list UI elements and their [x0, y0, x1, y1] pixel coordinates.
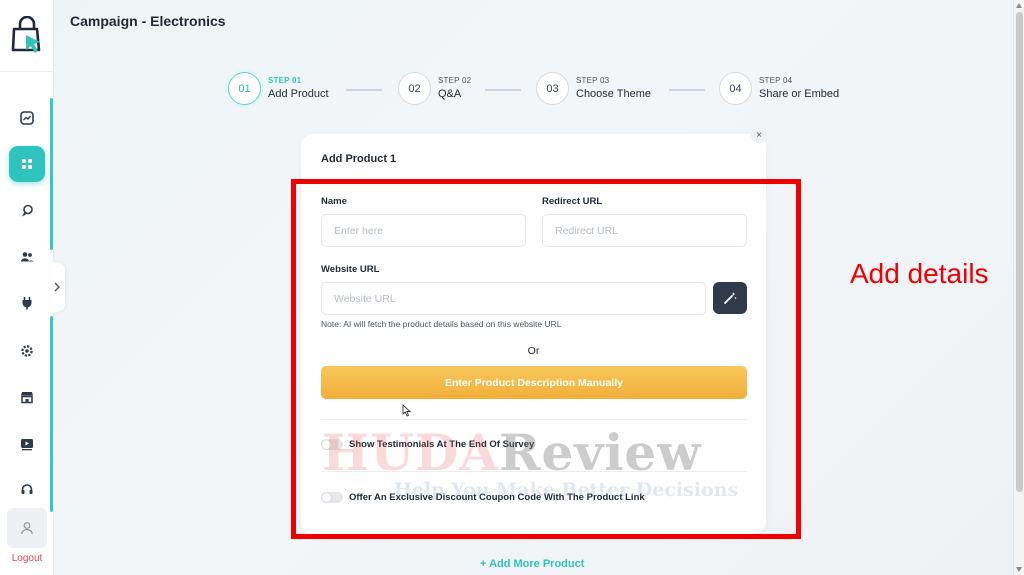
name-input[interactable] [321, 214, 526, 247]
sidebar-item-design[interactable] [9, 193, 45, 229]
website-url-input[interactable] [321, 282, 706, 315]
ai-fetch-note: Note: AI will fetch the product details … [321, 319, 562, 329]
or-separator: Or [527, 345, 540, 357]
page-scrollbar[interactable] [1013, 0, 1024, 575]
sidebar-divider [0, 71, 54, 72]
user-icon [21, 522, 33, 535]
step-number: 01 [228, 72, 261, 105]
step-connector [485, 89, 521, 91]
annotation-text: Add details [850, 258, 989, 289]
analytics-icon [20, 111, 34, 125]
ai-fetch-button[interactable] [713, 282, 747, 314]
scroll-up-icon[interactable] [1016, 3, 1022, 8]
step-label: STEP 04 [759, 76, 793, 86]
paint-icon [22, 204, 33, 217]
step-label: STEP 02 [438, 76, 472, 86]
step-add-product[interactable]: 01 STEP 01 Add Product [228, 72, 329, 105]
card-title: Add Product 1 [321, 153, 397, 165]
sidebar-item-integrations[interactable] [9, 285, 45, 321]
store-icon [21, 392, 33, 404]
sidebar-item-support[interactable] [9, 472, 45, 508]
redirect-url-input[interactable] [542, 214, 747, 247]
step-number: 04 [719, 72, 752, 105]
plug-icon [22, 297, 32, 310]
sidebar-item-settings[interactable] [9, 333, 45, 369]
step-number: 02 [398, 72, 431, 105]
discount-toggle[interactable] [321, 492, 343, 503]
step-share-embed[interactable]: 04 STEP 04 Share or Embed [719, 72, 839, 105]
watermark-subtitle: Help You Make Better Decisions [394, 479, 739, 501]
step-name: Add Product [268, 87, 329, 100]
close-card-button[interactable]: × [751, 127, 767, 143]
scroll-down-icon[interactable] [1016, 567, 1022, 572]
step-name: Share or Embed [759, 87, 840, 100]
website-url-label: Website URL [321, 264, 380, 275]
sidebar-item-analytics[interactable] [9, 100, 45, 136]
sidebar-item-users[interactable] [9, 239, 45, 275]
chevron-right-icon [54, 282, 60, 292]
manual-description-button[interactable]: Enter Product Description Manually [321, 366, 747, 399]
step-connector [346, 89, 382, 91]
redirect-url-label: Redirect URL [542, 196, 603, 207]
watermark-logo: HUDAReview [322, 423, 702, 482]
user-avatar-button[interactable] [7, 508, 47, 548]
dashboard-grid-icon [22, 159, 32, 169]
support-icon [21, 484, 33, 494]
logout-link[interactable]: Logout [0, 553, 54, 564]
step-qa[interactable]: 02 STEP 02 Q&A [398, 72, 471, 105]
page-title: Campaign - Electronics [70, 13, 226, 29]
sidebar-item-videos[interactable] [9, 426, 45, 462]
step-label: STEP 01 [268, 76, 302, 86]
divider [321, 419, 747, 420]
magic-wand-icon [724, 292, 737, 304]
step-choose-theme[interactable]: 03 STEP 03 Choose Theme [536, 72, 651, 105]
step-label: STEP 03 [576, 76, 610, 86]
users-icon [21, 252, 34, 262]
sidebar: Logout [0, 0, 54, 575]
sidebar-scroll-rail [50, 316, 53, 512]
add-more-product-link[interactable]: + Add More Product [480, 558, 584, 570]
sidebar-item-dashboard[interactable] [9, 146, 45, 182]
app-logo-icon[interactable] [11, 16, 43, 54]
sidebar-item-store[interactable] [9, 379, 45, 415]
video-icon [21, 439, 33, 451]
step-number: 03 [536, 72, 569, 105]
step-name: Q&A [438, 87, 462, 100]
settings-icon [21, 345, 33, 357]
mouse-cursor-icon [402, 404, 411, 417]
name-label: Name [321, 196, 347, 207]
sidebar-expand-button[interactable] [49, 262, 65, 312]
step-name: Choose Theme [576, 87, 652, 100]
sidebar-scroll-rail [50, 98, 53, 250]
step-connector [669, 89, 705, 91]
scrollbar-thumb[interactable] [1016, 12, 1023, 492]
